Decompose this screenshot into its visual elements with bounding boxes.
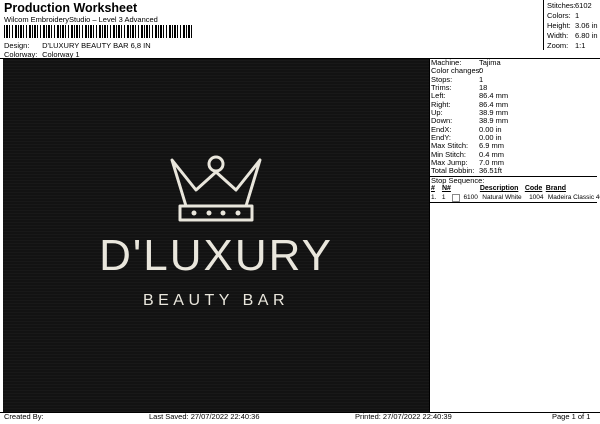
machine-info-panel: Machine: Tajima Color changes:0 Stops: 1 T… <box>429 58 600 203</box>
info-trims: Trims: 18 <box>431 83 488 93</box>
design-row: Design: D'LUXURY BEAUTY BAR 6,8 IN <box>4 41 151 50</box>
info-stops: Stops: 1 <box>431 74 484 84</box>
info-left: Left: 86.4 mm <box>431 91 509 101</box>
last-saved: Last Saved: 27/07/2022 22:40:36 <box>149 412 260 421</box>
info-right: Right: 86.4 mm <box>431 99 509 109</box>
crown-logo <box>170 155 262 222</box>
design-label: Design: <box>4 41 30 50</box>
stats-divider <box>543 0 544 50</box>
software-subtitle: Wilcom EmbroideryStudio – Level 3 Advanc… <box>4 15 158 24</box>
page-title: Production Worksheet <box>4 1 138 15</box>
info-endx: EndX: 0.00 in <box>431 124 502 134</box>
table-row: 1. 1 6100 Natural White 1004 Madeira Cla… <box>431 193 600 202</box>
info-color-changes: Color changes:0 <box>431 66 484 76</box>
info-down: Down: 38.9 mm <box>431 116 509 126</box>
footer-divider <box>0 412 600 413</box>
stats-panel: Stitches:6102 Colors: 1 Height: 3.06 in Wi… <box>547 1 598 51</box>
info-up: Up: 38.9 mm <box>431 108 509 118</box>
info-total-bobbin: Total Bobbin: 36.51ft <box>431 166 502 176</box>
side-divider <box>429 58 430 412</box>
created-by: Created By: <box>4 412 44 421</box>
design-value: D'LUXURY BEAUTY BAR 6,8 IN <box>42 41 151 50</box>
brand-name: D'LUXURY <box>99 231 333 280</box>
brand-tagline: BEAUTY BAR <box>142 292 290 309</box>
stat-width: Width: 6.80 in <box>547 31 598 40</box>
stat-colors: Colors: 1 <box>547 11 580 20</box>
stat-height: Height: 3.06 in <box>547 21 598 30</box>
thread-swatch <box>451 193 460 202</box>
stat-zoom: Zoom: 1:1 <box>547 41 586 50</box>
stat-stitches: Stitches:6102 <box>547 1 592 10</box>
stop-table-header: # N# Description Code Brand <box>431 185 566 193</box>
page-number: Page 1 of 1 <box>552 412 591 421</box>
barcode <box>4 25 194 38</box>
printed-date: Printed: 27/07/2022 22:40:39 <box>355 412 452 421</box>
design-preview: D'LUXURY BEAUTY BAR <box>3 59 429 412</box>
stop-sequence-label: Stop Sequence: <box>431 175 485 185</box>
